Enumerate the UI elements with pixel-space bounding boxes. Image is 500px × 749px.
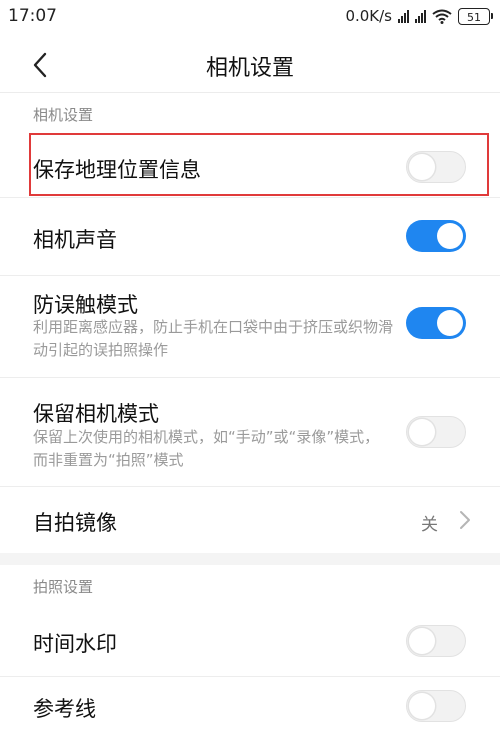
setting-row-keep-mode[interactable]: 保留相机模式 保留上次使用的相机模式，如“手动”或“录像”模式，而非重置为“拍照… xyxy=(0,378,500,487)
setting-row-selfie-mirror[interactable]: 自拍镜像 关 xyxy=(0,487,500,553)
status-bar: 17:07 0.0K/s 51 xyxy=(0,0,500,36)
section-divider xyxy=(0,553,500,565)
setting-title: 相机声音 xyxy=(33,228,117,252)
camera-sound-toggle[interactable] xyxy=(406,220,466,252)
toggle-knob xyxy=(437,223,463,249)
setting-description: 保留上次使用的相机模式，如“手动”或“录像”模式，而非重置为“拍照”模式 xyxy=(33,428,380,469)
setting-title: 保存地理位置信息 xyxy=(33,158,201,182)
toggle-knob xyxy=(437,310,463,336)
setting-row-grid-lines[interactable]: 参考线 xyxy=(0,677,500,749)
signal-icon xyxy=(398,9,409,23)
setting-title: 防误触模式 xyxy=(33,293,138,317)
section-label-camera: 相机设置 xyxy=(33,106,94,124)
setting-title: 自拍镜像 xyxy=(33,511,117,535)
setting-row-anti-mistouch[interactable]: 防误触模式 利用距离感应器，防止手机在口袋中由于挤压或织物滑动引起的误拍照操作 xyxy=(0,276,500,378)
chevron-right-icon xyxy=(460,511,470,529)
toggle-knob xyxy=(409,418,435,445)
signal-icon xyxy=(415,9,426,23)
page-title: 相机设置 xyxy=(205,56,294,81)
toggle-knob xyxy=(409,627,435,654)
setting-title: 参考线 xyxy=(33,697,96,721)
save-location-toggle[interactable] xyxy=(406,151,466,183)
keep-mode-toggle[interactable] xyxy=(406,416,466,448)
setting-row-save-location[interactable]: 保存地理位置信息 xyxy=(0,132,500,198)
setting-row-time-watermark[interactable]: 时间水印 xyxy=(0,605,500,677)
toggle-knob xyxy=(409,692,435,719)
battery-icon: 51 xyxy=(458,7,493,25)
wifi-icon xyxy=(432,9,452,24)
network-speed: 0.0K/s xyxy=(345,7,392,25)
time-watermark-toggle[interactable] xyxy=(406,625,466,657)
toggle-knob xyxy=(409,153,435,180)
selfie-mirror-value: 关 xyxy=(421,515,438,535)
setting-title: 时间水印 xyxy=(33,632,117,656)
setting-title: 保留相机模式 xyxy=(33,402,159,426)
grid-lines-toggle[interactable] xyxy=(406,690,466,722)
section-label-photo: 拍照设置 xyxy=(33,578,94,596)
anti-mistouch-toggle[interactable] xyxy=(406,307,466,339)
setting-row-camera-sound[interactable]: 相机声音 xyxy=(0,198,500,276)
setting-description: 利用距离感应器，防止手机在口袋中由于挤压或织物滑动引起的误拍照操作 xyxy=(33,318,394,359)
status-time: 17:07 xyxy=(8,6,57,26)
status-icons: 0.0K/s 51 xyxy=(345,7,493,25)
header: 相机设置 xyxy=(0,36,500,93)
